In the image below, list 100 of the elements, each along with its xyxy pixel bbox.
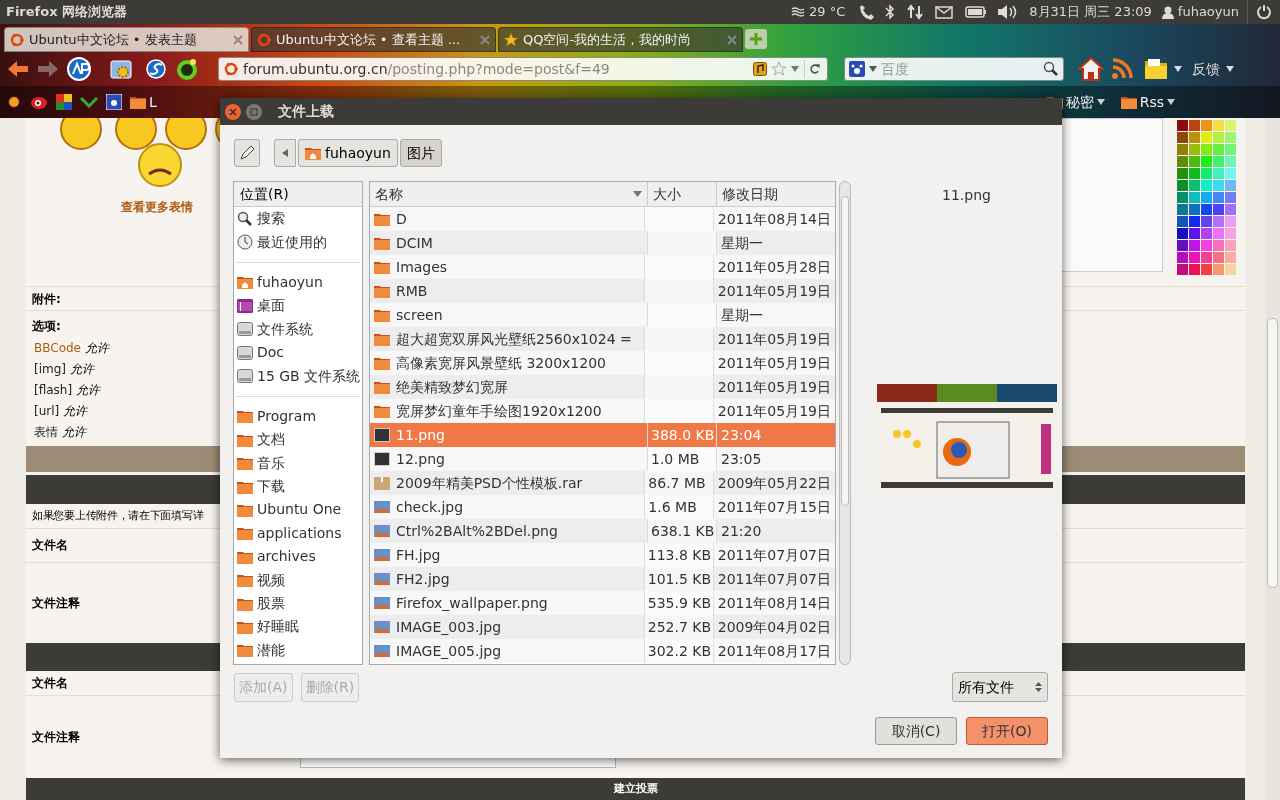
- user-icon[interactable]: [1161, 5, 1174, 19]
- folder-icon[interactable]: [1144, 58, 1168, 80]
- bbcode-link[interactable]: BBCode: [34, 338, 81, 357]
- more-smilies-link[interactable]: 查看更多表情: [121, 198, 193, 216]
- places-item[interactable]: 15 GB 文件系统: [234, 364, 362, 388]
- scrollbar[interactable]: [1265, 118, 1280, 800]
- file-row[interactable]: 超大超宽双屏风光壁纸2560x1024 = 2011年05月19日: [370, 327, 835, 351]
- s-circle-icon[interactable]: [146, 59, 166, 79]
- colored-square-icon[interactable]: [56, 94, 72, 110]
- minimize-icon[interactable]: [245, 102, 263, 121]
- file-date: 2011年07月07日: [717, 545, 831, 565]
- close-icon[interactable]: [224, 102, 242, 121]
- places-header[interactable]: 位置(R): [234, 182, 362, 207]
- color-palette[interactable]: [1177, 118, 1237, 278]
- search-input[interactable]: 百度: [881, 58, 1039, 80]
- search-field[interactable]: 百度: [844, 57, 1064, 81]
- column-header[interactable]: 大小: [648, 182, 717, 206]
- attachment-label: 附件:: [32, 290, 61, 308]
- caret-icon[interactable]: [1174, 66, 1182, 72]
- paw-icon[interactable]: [106, 94, 122, 110]
- file-row[interactable]: FH2.jpg 101.5 KB 2011年07月07日: [370, 567, 835, 591]
- back-arrow-icon[interactable]: [6, 59, 30, 79]
- file-row[interactable]: check.jpg 1.6 MB 2011年07月15日: [370, 495, 835, 519]
- browser-tab[interactable]: Ubuntu中文论坛 • 发表主题: [4, 27, 249, 52]
- temperature[interactable]: 29 °C: [809, 2, 846, 22]
- sun-icon[interactable]: [6, 94, 22, 110]
- browser-tab[interactable]: QQ空间-我的生活，我的时尚: [498, 27, 743, 52]
- file-row[interactable]: DCIM 星期一: [370, 231, 835, 255]
- cancel-button[interactable]: 取消(C): [875, 717, 957, 745]
- file-row[interactable]: RMB 2011年05月19日: [370, 279, 835, 303]
- places-item[interactable]: fuhaoyun: [234, 270, 362, 295]
- eye-logo-icon[interactable]: [30, 94, 48, 110]
- places-item[interactable]: 音乐: [234, 451, 362, 475]
- file-row[interactable]: FH.jpg 113.8 KB 2011年07月07日: [370, 543, 835, 567]
- file-comment-label: 文件注释: [32, 595, 80, 613]
- places-item[interactable]: Program: [234, 404, 362, 429]
- volume-icon[interactable]: [997, 5, 1018, 19]
- type-location-button[interactable]: [234, 139, 260, 167]
- places-item[interactable]: 文件系统: [234, 317, 362, 341]
- bluetooth-icon[interactable]: [885, 4, 896, 20]
- file-row[interactable]: 12.png 1.0 MB 23:05: [370, 447, 835, 471]
- user-name[interactable]: fuhaoyun: [1177, 2, 1239, 22]
- home-icon[interactable]: [1078, 57, 1104, 81]
- mail-icon[interactable]: [935, 5, 954, 19]
- gear-icon[interactable]: [110, 58, 134, 80]
- reload-icon[interactable]: [804, 60, 822, 78]
- feedback-link[interactable]: 反馈: [1192, 58, 1220, 80]
- file-row[interactable]: IMAGE_005.jpg 302.2 KB 2011年08月17日: [370, 639, 835, 663]
- places-item[interactable]: archives: [234, 545, 362, 569]
- file-row[interactable]: Ctrl%2BAlt%2BDel.png 638.1 KB 21:20: [370, 519, 835, 543]
- search-icon[interactable]: [1043, 61, 1059, 77]
- bookmark-folder[interactable]: L: [130, 91, 157, 113]
- places-item[interactable]: Doc: [234, 340, 362, 365]
- phone-icon[interactable]: [859, 4, 876, 20]
- file-row[interactable]: 绝美精致梦幻宽屏 2011年05月19日: [370, 375, 835, 399]
- ring-icon[interactable]: [176, 58, 198, 80]
- path-button[interactable]: 图片: [399, 139, 442, 167]
- music-note-icon[interactable]: [753, 62, 767, 76]
- addon-badge-icon[interactable]: [66, 57, 94, 81]
- path-button[interactable]: fuhaoyun: [298, 139, 398, 167]
- places-item[interactable]: applications: [234, 521, 362, 546]
- browser-tab[interactable]: Ubuntu中文论坛 • 查看主题 ...: [251, 27, 496, 52]
- file-row[interactable]: 宽屏梦幻童年手绘图1920x1200 2011年05月19日: [370, 399, 835, 423]
- places-item[interactable]: 好睡眠: [234, 615, 362, 639]
- folder-icon: [374, 404, 390, 418]
- open-button[interactable]: 打开(O): [966, 717, 1048, 745]
- places-item[interactable]: 视频: [234, 568, 362, 592]
- power-icon[interactable]: [1256, 4, 1272, 20]
- rss-icon[interactable]: [1110, 57, 1134, 81]
- clock[interactable]: 8月31日 周三 23:09: [1029, 2, 1152, 22]
- file-row[interactable]: screen 星期一: [370, 303, 835, 327]
- file-row[interactable]: Images 2011年05月28日: [370, 255, 835, 279]
- places-item[interactable]: 下载: [234, 474, 362, 499]
- url-field[interactable]: forum.ubuntu.org.cn/posting.php?mode=post&f=49: [218, 57, 828, 81]
- home-folder-icon: [305, 146, 321, 160]
- places-item[interactable]: 最近使用的: [234, 230, 362, 254]
- file-type-dropdown[interactable]: 所有文件: [952, 672, 1048, 702]
- file-row[interactable]: 高像素宽屏风景壁纸 3200x1200 2011年05月19日: [370, 351, 835, 375]
- file-row[interactable]: IMAGE_003.jpg 252.7 KB 2009年04月02日: [370, 615, 835, 639]
- network-arrows-icon[interactable]: [907, 4, 924, 20]
- bookmark-folder[interactable]: Rss: [1120, 91, 1176, 113]
- places-item[interactable]: 潜能: [234, 638, 362, 663]
- places-item[interactable]: 桌面: [234, 294, 362, 318]
- column-header[interactable]: 名称: [370, 182, 648, 206]
- path-back-button[interactable]: [274, 139, 296, 167]
- check-mark-icon[interactable]: [80, 96, 98, 108]
- file-row[interactable]: D 2011年08月14日: [370, 207, 835, 231]
- scrollbar[interactable]: [839, 181, 851, 665]
- places-item[interactable]: 文档: [234, 428, 362, 452]
- places-item[interactable]: Ubuntu One: [234, 498, 362, 522]
- bookmark-star-icon[interactable]: [772, 62, 786, 76]
- places-item[interactable]: 股票: [234, 591, 362, 616]
- places-item[interactable]: 搜索: [234, 207, 362, 231]
- folder-icon: [237, 573, 253, 588]
- battery-icon[interactable]: [965, 6, 988, 18]
- file-row[interactable]: 2009年精美PSD个性模板.rar 86.7 MB 2009年05月22日: [370, 471, 835, 495]
- column-header[interactable]: 修改日期: [717, 182, 835, 206]
- weather-icon[interactable]: [791, 6, 806, 18]
- file-row[interactable]: Firefox_wallpaper.png 535.9 KB 2011年08月14日: [370, 591, 835, 615]
- caret-icon[interactable]: [1226, 66, 1234, 72]
